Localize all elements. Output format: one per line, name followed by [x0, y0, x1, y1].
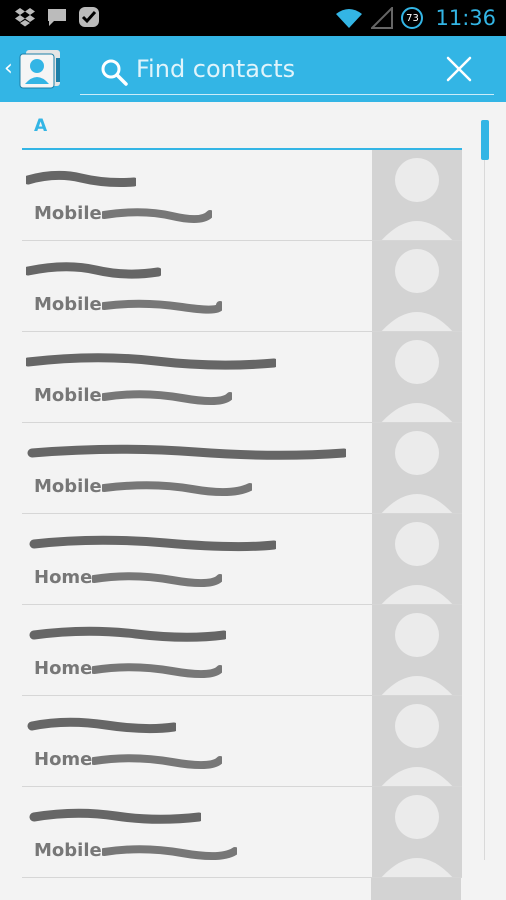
contact-photo[interactable]	[371, 878, 461, 900]
phone-type-label: Home	[34, 658, 93, 679]
contact-row[interactable]: Home	[22, 696, 462, 787]
redacted-number	[92, 663, 222, 678]
contact-photo[interactable]	[372, 332, 462, 422]
wifi-icon	[336, 9, 363, 28]
redacted-number	[102, 481, 252, 496]
avatar-placeholder-icon	[381, 158, 453, 240]
section-letter: A	[34, 116, 48, 136]
battery-level: 73	[406, 12, 419, 24]
contact-row[interactable]: Mobile	[22, 423, 462, 514]
scrollbar-track	[484, 160, 485, 860]
check-icon	[79, 7, 99, 27]
contact-photo[interactable]	[372, 696, 462, 786]
status-bar: 73 11:36	[0, 0, 506, 36]
redacted-name	[26, 353, 276, 370]
system-status-icons: 73 11:36	[335, 4, 496, 32]
phone-type-label: Home	[34, 567, 93, 588]
contact-photo[interactable]	[372, 605, 462, 695]
redacted-name	[27, 444, 346, 460]
contact-row[interactable]: Mobile	[22, 787, 462, 878]
phone-type-label: Home	[34, 749, 93, 770]
contact-row[interactable]: Mobile	[22, 241, 462, 332]
redacted-name	[27, 717, 176, 734]
contact-list[interactable]: A Mobile Mobile Mobile Mobile Home Home …	[0, 102, 506, 900]
phone-type-label: Mobile	[34, 385, 102, 406]
redacted-name	[26, 170, 136, 187]
contact-row[interactable]: Mobile	[22, 332, 462, 423]
close-icon[interactable]	[444, 54, 474, 84]
avatar-placeholder-icon	[381, 431, 453, 513]
contact-photo[interactable]	[372, 787, 462, 877]
redacted-number	[92, 754, 222, 769]
search-input[interactable]	[136, 52, 426, 86]
redacted-name	[29, 626, 226, 642]
avatar-placeholder-icon	[381, 613, 453, 695]
search-field[interactable]	[80, 46, 494, 95]
contact-photo[interactable]	[372, 241, 462, 331]
avatar-placeholder-icon	[381, 340, 453, 422]
clock: 11:36	[435, 6, 496, 30]
redacted-name	[29, 808, 201, 824]
section-header: A	[22, 112, 462, 150]
signal-icon	[371, 7, 394, 29]
contact-row[interactable]: Home	[22, 514, 462, 605]
phone-type-label: Mobile	[34, 203, 102, 224]
redacted-name	[26, 262, 161, 279]
phone-type-label: Mobile	[34, 476, 102, 497]
redacted-number	[102, 208, 212, 223]
search-icon	[101, 59, 128, 86]
contacts-icon[interactable]	[18, 48, 62, 90]
phone-type-label: Mobile	[34, 840, 102, 861]
notification-icons	[14, 6, 100, 28]
avatar-placeholder-icon	[381, 704, 453, 786]
contact-row[interactable]: Mobile	[22, 150, 462, 241]
redacted-number	[102, 390, 232, 405]
redacted-name	[29, 535, 276, 552]
avatar-placeholder-icon	[381, 795, 453, 877]
battery-icon: 73	[401, 7, 424, 29]
contact-photo[interactable]	[372, 514, 462, 604]
avatar-placeholder-icon	[381, 522, 453, 604]
contact-row[interactable]: Home	[22, 605, 462, 696]
up-chevron-icon[interactable]: ‹	[4, 58, 13, 80]
redacted-number	[92, 572, 222, 587]
scrollbar-thumb[interactable]	[481, 120, 489, 160]
redacted-number	[102, 845, 237, 860]
dropbox-icon	[15, 8, 35, 27]
redacted-number	[102, 299, 222, 314]
phone-type-label: Mobile	[34, 294, 102, 315]
chat-icon	[48, 9, 66, 26]
avatar-placeholder-icon	[381, 249, 453, 331]
action-bar: ‹	[0, 36, 506, 102]
contact-photo[interactable]	[372, 150, 462, 240]
contact-photo[interactable]	[372, 423, 462, 513]
